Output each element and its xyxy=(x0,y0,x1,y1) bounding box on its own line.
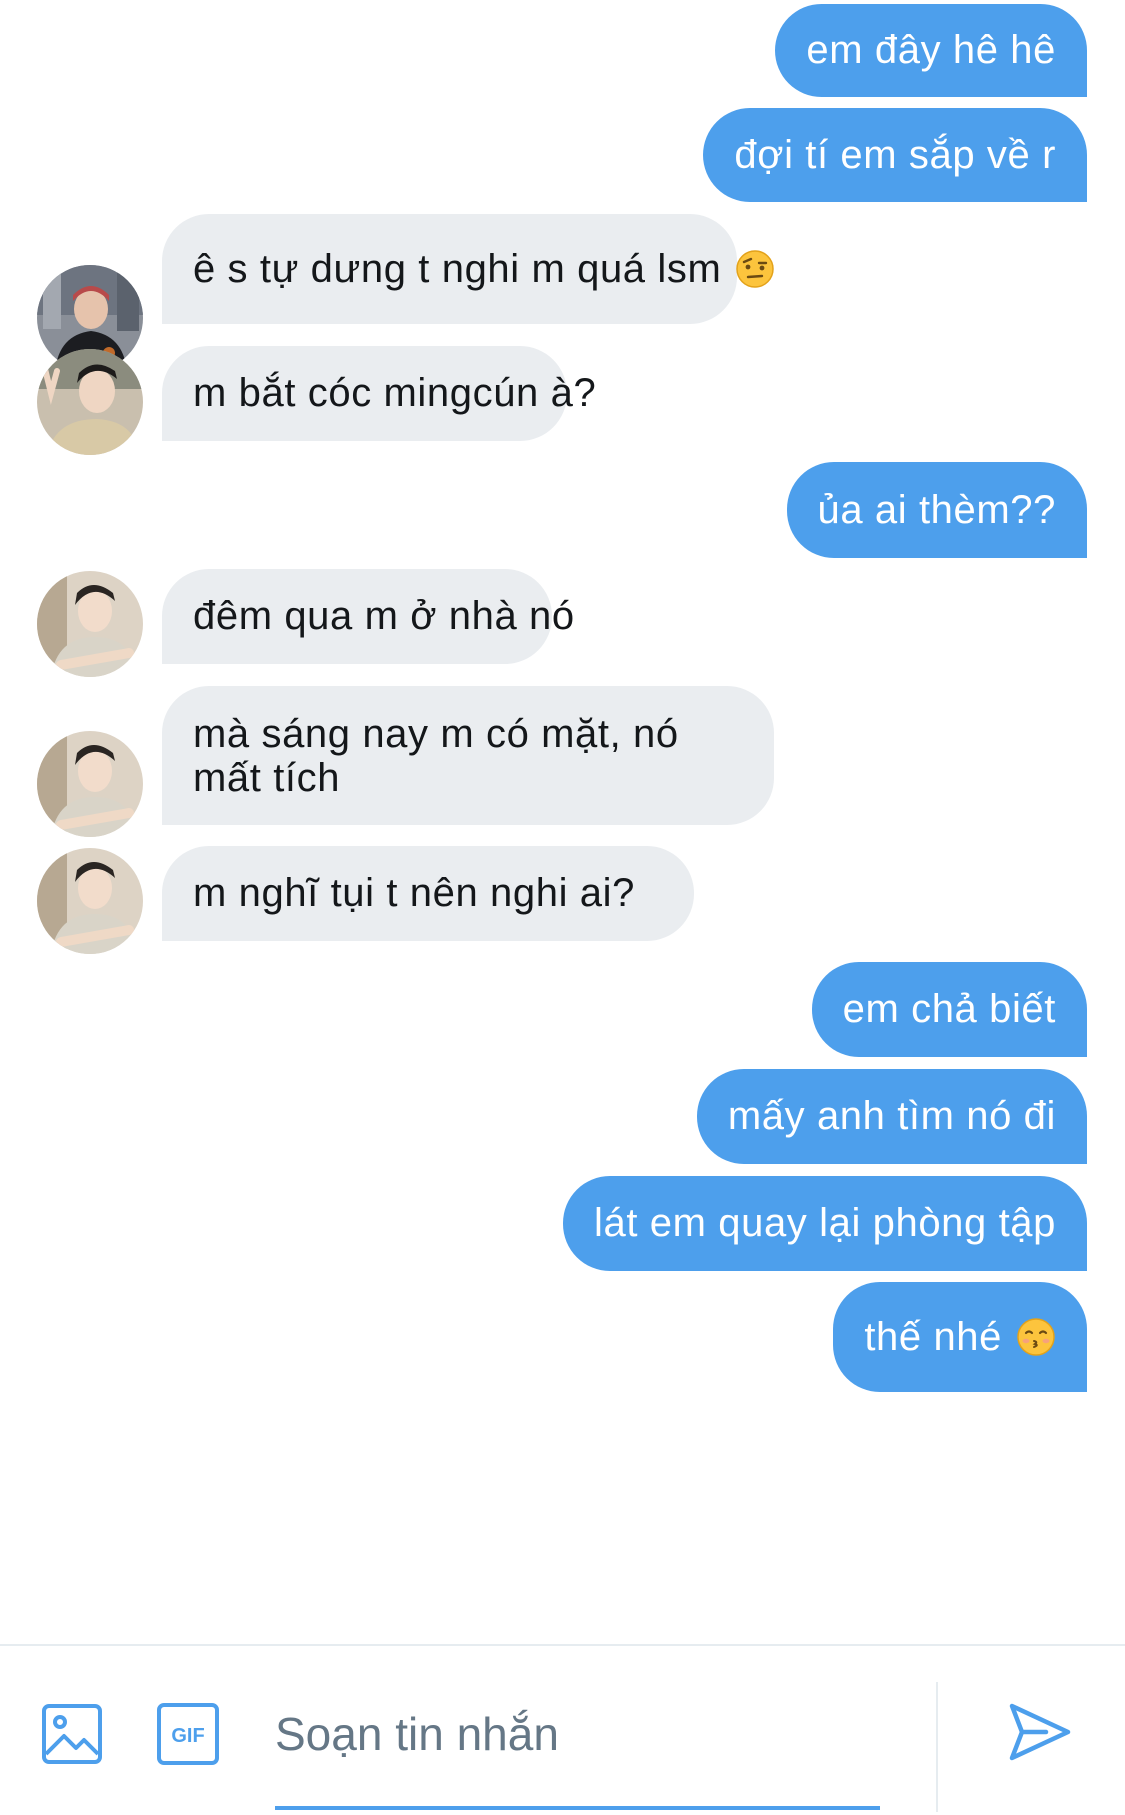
message-text: mấy anh tìm nó đi xyxy=(727,1094,1056,1138)
message-text: em chả biết xyxy=(842,987,1056,1031)
input-underline xyxy=(275,1806,880,1810)
message-bubble-sent[interactable]: lát em quay lại phòng tập xyxy=(563,1176,1087,1271)
divider xyxy=(936,1682,938,1812)
message-bubble-sent[interactable]: em đây hê hê xyxy=(775,4,1087,97)
message-text: thế nhé xyxy=(864,1314,1002,1359)
avatar[interactable] xyxy=(37,731,143,837)
avatar[interactable] xyxy=(37,848,143,954)
avatar[interactable] xyxy=(37,571,143,677)
message-text: m nghĩ tụi t nên nghi ai? xyxy=(193,871,635,915)
message-text: ê s tự dưng t nghi m quá lsm xyxy=(193,246,722,291)
message-text: em đây hê hê xyxy=(806,28,1056,72)
message-bubble-received[interactable]: ê s tự dưng t nghi m quá lsm xyxy=(162,214,775,324)
message-bubble-sent[interactable]: mấy anh tìm nó đi xyxy=(696,1069,1087,1164)
message-composer: GIF xyxy=(0,1644,1125,1815)
message-bubble-sent[interactable]: em chả biết xyxy=(811,962,1087,1057)
message-bubble-sent[interactable]: đợi tí em sắp về r xyxy=(703,108,1087,202)
message-text: m bắt cóc mingcún à? xyxy=(193,371,597,415)
message-bubble-received[interactable]: đêm qua m ở nhà nó xyxy=(162,569,574,664)
image-icon[interactable] xyxy=(40,1702,104,1766)
message-text: đêm qua m ở nhà nó xyxy=(193,594,575,638)
message-thread: em đây hê hê đợi tí em sắp về r ê s tự d… xyxy=(0,0,1125,1645)
avatar[interactable] xyxy=(37,349,143,455)
message-bubble-received[interactable]: m nghĩ tụi t nên nghi ai? xyxy=(162,846,694,941)
raised-eyebrow-emoji xyxy=(735,249,775,289)
gif-label: GIF xyxy=(171,1725,204,1747)
message-text: mà sáng nay m có mặt, nó mất tích xyxy=(193,711,679,800)
message-bubble-sent[interactable]: thế nhé xyxy=(833,1282,1087,1392)
message-bubble-received[interactable]: mà sáng nay m có mặt, nó mất tích xyxy=(162,686,774,825)
message-text: lát em quay lại phòng tập xyxy=(594,1201,1056,1245)
kissing-emoji xyxy=(1016,1317,1056,1357)
send-icon[interactable] xyxy=(1006,1698,1074,1766)
message-bubble-received[interactable]: m bắt cóc mingcún à? xyxy=(162,346,596,441)
message-text: ủa ai thèm?? xyxy=(817,487,1056,532)
message-input[interactable] xyxy=(275,1686,880,1782)
message-text: đợi tí em sắp về r xyxy=(734,132,1056,177)
message-bubble-sent[interactable]: ủa ai thèm?? xyxy=(786,462,1087,558)
gif-icon[interactable]: GIF xyxy=(156,1702,220,1766)
